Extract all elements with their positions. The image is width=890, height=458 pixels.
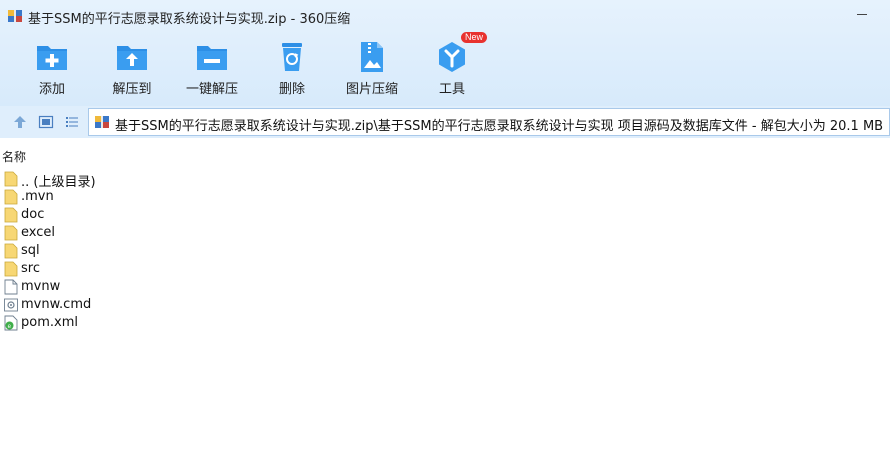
list-header: 名称: [0, 146, 890, 164]
title-bar: 基于SSM的平行志愿录取系统设计与实现.zip - 360压缩: [0, 0, 890, 32]
folder-icon: [4, 207, 18, 223]
address-field[interactable]: 基于SSM的平行志愿录取系统设计与实现.zip\基于SSM的平行志愿录取系统设计…: [88, 108, 890, 136]
list-item[interactable]: e pom.xml: [0, 314, 400, 332]
recycle-bin-icon: [282, 43, 302, 71]
zip-archive-icon: [8, 10, 22, 22]
list-item-label: mvnw: [21, 279, 61, 294]
delete-label: 删除: [278, 82, 305, 97]
list-item[interactable]: mvnw.cmd: [0, 296, 400, 314]
delete-button[interactable]: 删除: [257, 40, 327, 98]
list-item[interactable]: mvnw: [0, 278, 400, 296]
folder-icon: [4, 225, 18, 241]
up-arrow-icon[interactable]: [12, 114, 28, 130]
list-item[interactable]: .mvn: [0, 188, 400, 206]
list-item-label: src: [21, 261, 40, 276]
folder-icon: [4, 243, 18, 259]
zip-archive-icon: [95, 116, 109, 128]
list-item[interactable]: src: [0, 260, 400, 278]
list-item[interactable]: .. (上级目录): [0, 170, 400, 190]
extract-to-button[interactable]: 解压到: [97, 40, 167, 98]
list-item-label: doc: [21, 207, 45, 222]
address-path: 基于SSM的平行志愿录取系统设计与实现.zip\基于SSM的平行志愿录取系统设计…: [115, 119, 884, 134]
new-badge: New: [461, 32, 488, 43]
list-item[interactable]: sql: [0, 242, 400, 260]
minimize-button[interactable]: [854, 8, 870, 22]
one-click-extract-label: 一键解压: [185, 82, 238, 97]
list-item-label: sql: [21, 243, 40, 258]
image-compress-button[interactable]: 图片压缩: [337, 40, 407, 98]
image-compress-label: 图片压缩: [345, 82, 398, 97]
list-view-icon[interactable]: [64, 114, 80, 130]
list-item-label: excel: [21, 225, 55, 240]
list-item-label: .mvn: [21, 189, 54, 204]
image-compress-icon: [361, 42, 383, 72]
add-folder-icon: [37, 46, 67, 70]
list-item[interactable]: doc: [0, 206, 400, 224]
blank-file-icon: [4, 279, 18, 295]
folder-icon: [4, 261, 18, 277]
list-item-label: pom.xml: [21, 315, 78, 330]
extract-to-label: 解压到: [112, 82, 152, 97]
tools-icon: [439, 42, 465, 72]
thumbnail-view-icon[interactable]: [38, 114, 54, 130]
add-label: 添加: [38, 82, 65, 97]
window-title: 基于SSM的平行志愿录取系统设计与实现.zip - 360压缩: [28, 12, 351, 27]
address-bar-row: 基于SSM的平行志愿录取系统设计与实现.zip\基于SSM的平行志愿录取系统设计…: [0, 106, 890, 138]
folder-icon: [4, 171, 18, 187]
column-name-header[interactable]: 名称: [2, 148, 26, 165]
one-click-extract-button[interactable]: 一键解压: [177, 40, 247, 98]
xml-file-icon: e: [4, 315, 18, 331]
tools-button[interactable]: New 工具: [417, 32, 488, 98]
add-button[interactable]: 添加: [17, 40, 87, 98]
list-item-label: mvnw.cmd: [21, 297, 92, 312]
tools-label: 工具: [438, 82, 465, 97]
folder-icon: [4, 189, 18, 205]
cmd-file-icon: [4, 298, 18, 312]
list-item[interactable]: excel: [0, 224, 400, 242]
extract-to-icon: [117, 46, 147, 70]
one-click-extract-icon: [197, 46, 227, 70]
